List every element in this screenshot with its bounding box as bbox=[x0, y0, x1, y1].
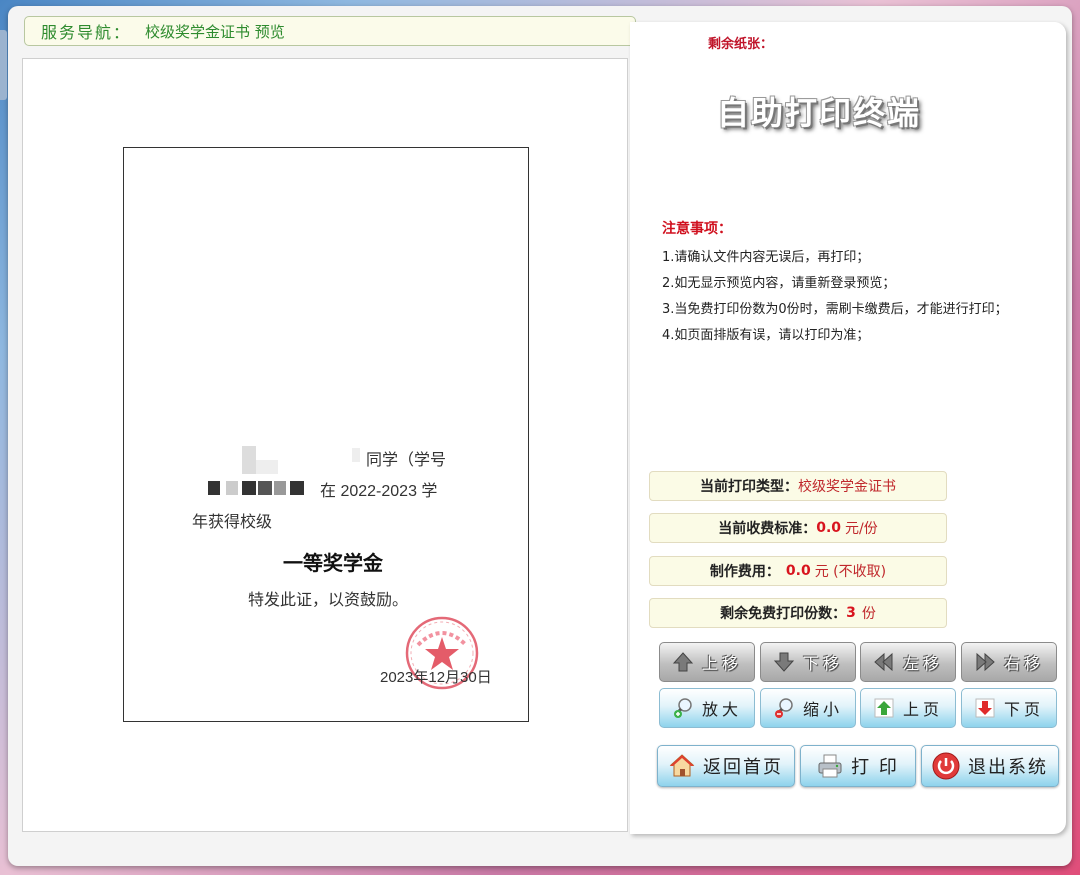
house-icon bbox=[669, 753, 695, 779]
green-up-arrow-icon bbox=[873, 697, 895, 719]
next-page-button[interactable]: 下页 bbox=[961, 688, 1057, 728]
magnifier-minus-icon bbox=[773, 697, 795, 719]
redacted-name bbox=[256, 460, 278, 474]
zoom-in-label: 放大 bbox=[701, 700, 742, 719]
prev-page-button[interactable]: 上页 bbox=[860, 688, 956, 728]
rewind-icon bbox=[873, 651, 895, 673]
certificate-award: 一等奖学金 bbox=[283, 553, 383, 575]
move-left-label: 左移 bbox=[902, 654, 943, 673]
print-label: 打 印 bbox=[851, 757, 899, 778]
zoom-in-button[interactable]: 放大 bbox=[659, 688, 755, 728]
notice-section: 注意事项： 1.请确认文件内容无误后，再打印； 2.如无显示预览内容，请重新登录… bbox=[662, 218, 1008, 349]
home-label: 返回首页 bbox=[703, 757, 783, 778]
redacted-student-id bbox=[290, 481, 304, 495]
nav-breadcrumb: 校级奖学金证书 预览 bbox=[145, 22, 285, 41]
certificate-date: 2023年12月30日 bbox=[380, 669, 492, 686]
certificate-preview-page: 同学（学号 在 2022-2023 学 年获得校级 一等奖学金 特发此证，以资鼓… bbox=[123, 147, 529, 722]
notice-item: 3.当免费打印份数为0份时，需刷卡缴费后，才能进行打印； bbox=[662, 302, 1008, 317]
free-copies-label: 剩余免费打印份数： bbox=[720, 606, 847, 622]
paper-remaining-label: 剩余纸张： bbox=[708, 37, 774, 52]
arrow-down-icon bbox=[773, 651, 795, 673]
cost-label: 制作费用： bbox=[709, 564, 780, 580]
prev-page-label: 上页 bbox=[902, 700, 943, 719]
certificate-text-line: 在 2022-2023 学 bbox=[320, 483, 438, 500]
redacted-student-id bbox=[226, 481, 238, 495]
print-type-label: 当前打印类型： bbox=[700, 479, 798, 495]
certificate-text-line: 同学（学号 bbox=[366, 452, 447, 469]
zoom-out-label: 缩小 bbox=[802, 700, 843, 719]
fee-standard-label: 当前收费标准： bbox=[718, 521, 817, 537]
redacted-student-id bbox=[274, 481, 286, 495]
zoom-out-button[interactable]: 缩小 bbox=[760, 688, 856, 728]
notice-item: 2.如无显示预览内容，请重新登录预览； bbox=[662, 276, 896, 291]
service-navigation-bar: 服务导航： 校级奖学金证书 预览 bbox=[24, 16, 636, 46]
fee-standard-value: 0.0 bbox=[816, 520, 842, 536]
move-right-button[interactable]: 右移 bbox=[961, 642, 1057, 682]
notice-item: 1.请确认文件内容无误后，再打印； bbox=[662, 250, 870, 265]
certificate-text-line: 年获得校级 bbox=[192, 514, 273, 531]
redacted-name bbox=[352, 448, 360, 462]
move-left-button[interactable]: 左移 bbox=[860, 642, 956, 682]
redacted-student-id bbox=[208, 481, 220, 495]
print-type-info: 当前打印类型： 校级奖学金证书 bbox=[649, 471, 947, 501]
print-button[interactable]: 打 印 bbox=[800, 745, 916, 787]
arrow-up-icon bbox=[672, 651, 694, 673]
free-copies-unit: 份 bbox=[861, 606, 876, 622]
free-copies-info: 剩余免费打印份数： 3 份 bbox=[649, 598, 947, 628]
next-page-label: 下页 bbox=[1003, 700, 1044, 719]
move-down-label: 下移 bbox=[802, 654, 843, 673]
redacted-name bbox=[242, 446, 256, 474]
free-copies-value: 3 bbox=[846, 605, 856, 621]
kiosk-title: 自助打印终端 bbox=[716, 94, 921, 132]
printer-icon bbox=[817, 753, 843, 779]
move-up-label: 上移 bbox=[701, 654, 742, 673]
certificate-text-line: 特发此证，以资鼓励。 bbox=[247, 592, 408, 609]
fee-standard-info: 当前收费标准： 0.0 元/份 bbox=[649, 513, 947, 543]
notice-title: 注意事项： bbox=[662, 221, 732, 237]
fee-standard-unit: 元/份 bbox=[845, 521, 878, 537]
window-edge-handle bbox=[0, 30, 7, 100]
home-button[interactable]: 返回首页 bbox=[657, 745, 795, 787]
magnifier-plus-icon bbox=[672, 697, 694, 719]
redacted-student-id bbox=[242, 481, 256, 495]
move-up-button[interactable]: 上移 bbox=[659, 642, 755, 682]
cost-value: 0.0 bbox=[785, 563, 811, 579]
nav-label: 服务导航： bbox=[41, 23, 132, 42]
fast-forward-icon bbox=[974, 651, 996, 673]
move-down-button[interactable]: 下移 bbox=[760, 642, 856, 682]
exit-system-button[interactable]: 退出系统 bbox=[921, 745, 1059, 787]
power-icon bbox=[932, 752, 960, 780]
print-type-value: 校级奖学金证书 bbox=[798, 479, 896, 495]
cost-unit: 元 (不收取) bbox=[814, 564, 887, 580]
production-cost-info: 制作费用： 0.0 元 (不收取) bbox=[649, 556, 947, 586]
redacted-student-id bbox=[258, 481, 272, 495]
exit-system-label: 退出系统 bbox=[968, 757, 1048, 778]
red-down-arrow-icon bbox=[974, 697, 996, 719]
notice-item: 4.如页面排版有误，请以打印为准； bbox=[662, 328, 870, 343]
move-right-label: 右移 bbox=[1003, 654, 1044, 673]
